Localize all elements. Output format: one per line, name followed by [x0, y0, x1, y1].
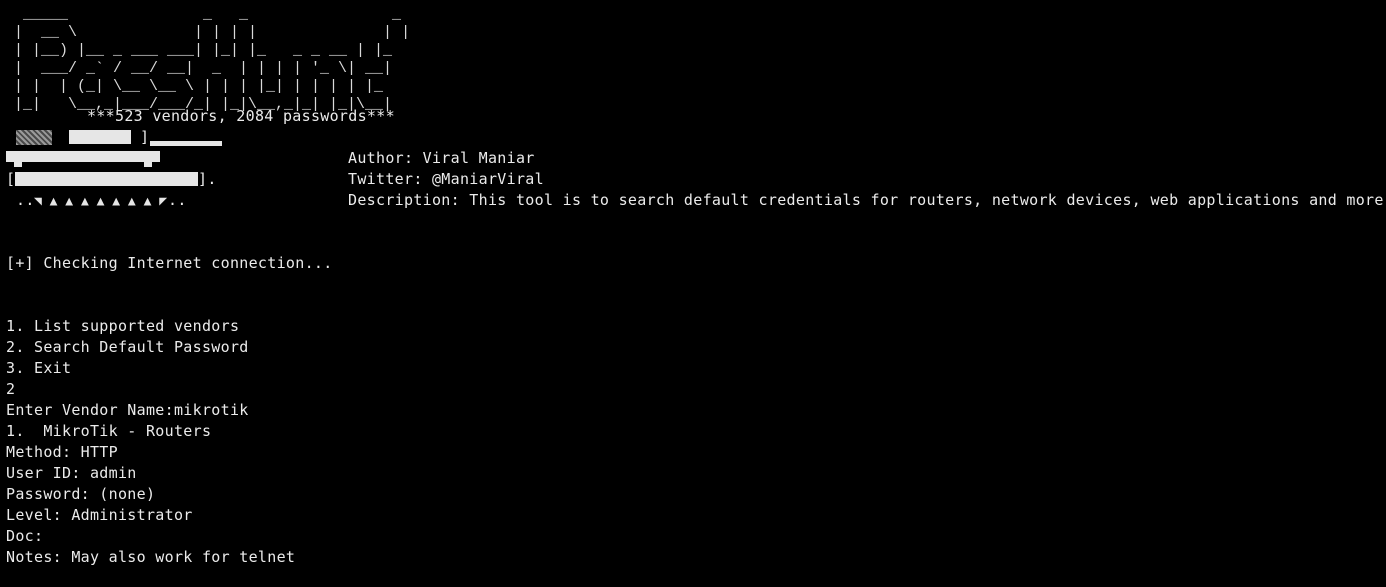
bar-block	[69, 130, 131, 144]
menu-item-exit: 3. Exit	[6, 359, 72, 377]
filled-bar-block	[15, 172, 198, 186]
menu-item-search-password: 2. Search Default Password	[6, 338, 249, 356]
result-method: Method: HTTP	[6, 443, 118, 461]
bracket-open: [	[6, 170, 16, 188]
foot-right-block	[144, 162, 152, 167]
author-line: Author: Viral Maniar	[348, 149, 535, 167]
menu-item-list-vendors: 1. List supported vendors	[6, 317, 240, 335]
banner-stats: ***523 vendors, 2084 passwords***	[87, 107, 395, 125]
triangle-row-icon: ◥ ▲ ▲ ▲ ▲ ▲ ▲ ▲ ◤	[34, 194, 168, 209]
result-doc: Doc:	[6, 527, 44, 545]
result-title: 1. MikroTik - Routers	[6, 422, 212, 440]
connection-status: [+] Checking Internet connection...	[6, 254, 333, 272]
user-choice: 2	[6, 380, 16, 398]
result-level: Level: Administrator	[6, 506, 193, 524]
bracket-end: ].	[198, 170, 217, 188]
result-password: Password: (none)	[6, 485, 156, 503]
wide-block	[6, 151, 160, 162]
dither-block	[16, 130, 52, 145]
bracket-close: ]	[140, 128, 150, 146]
dots-right: ..	[168, 191, 187, 209]
foot-left-block	[14, 162, 22, 167]
description-line: Description: This tool is to search defa…	[348, 191, 1386, 209]
ascii-banner: _____ _ _ _ | __ \ | | | | | | | |__) |_…	[14, 6, 411, 113]
result-notes: Notes: May also work for telnet	[6, 548, 296, 566]
terminal-window[interactable]: _____ _ _ _ | __ \ | | | | | | | |__) |_…	[0, 0, 1386, 587]
dots-left: ..	[16, 191, 35, 209]
underline-block	[150, 141, 222, 146]
vendor-prompt[interactable]: Enter Vendor Name:mikrotik	[6, 400, 249, 421]
twitter-line: Twitter: @ManiarViral	[348, 170, 544, 188]
result-user-id: User ID: admin	[6, 464, 137, 482]
